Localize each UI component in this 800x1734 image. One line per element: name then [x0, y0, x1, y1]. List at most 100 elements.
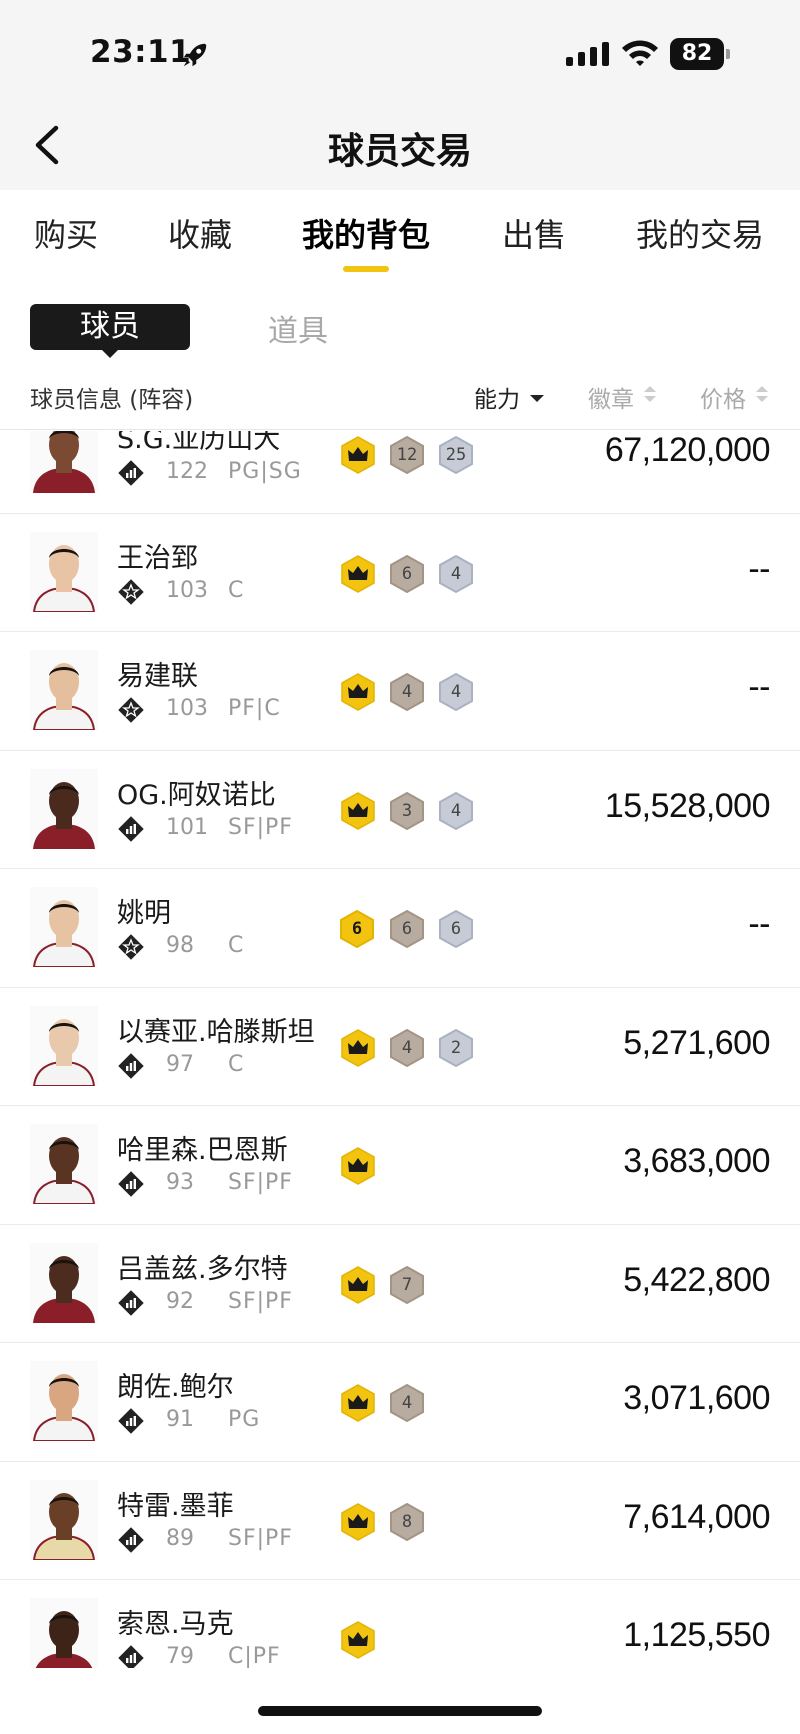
- player-avatar: [30, 1598, 98, 1668]
- player-name: S.G.亚历山大: [117, 431, 281, 455]
- player-rating: 103: [166, 577, 208, 603]
- player-name: 索恩.马克: [117, 1609, 234, 1640]
- player-name: 特雷.墨菲: [117, 1490, 234, 1522]
- tab-my-trades[interactable]: 我的交易: [636, 210, 764, 256]
- player-rating: 91: [166, 1407, 194, 1432]
- card-icon: [118, 1526, 144, 1553]
- segment-players[interactable]: 球员: [30, 304, 190, 350]
- crown-badge-icon: [341, 1502, 375, 1541]
- wifi-icon: [622, 40, 658, 66]
- bronze-badge: 8: [388, 1502, 426, 1542]
- segment-items[interactable]: 道具: [268, 306, 328, 350]
- player-row[interactable]: 朗佐.鲍尔 91 PG 4 3,071,600: [0, 1343, 800, 1462]
- player-rating: 101: [166, 814, 208, 840]
- crown-badge-icon: [341, 554, 375, 593]
- status-bar: 23:11 82: [0, 0, 800, 100]
- sort-by-badge[interactable]: 徽章: [588, 380, 634, 414]
- player-row[interactable]: 特雷.墨菲 89 SF|PF 8 7,614,000: [0, 1462, 800, 1580]
- player-position: C: [228, 933, 245, 958]
- player-rating: 122: [166, 459, 208, 484]
- silver-badge: 4: [437, 672, 475, 712]
- player-name: OG.阿奴诺比: [117, 779, 276, 811]
- battery-cap: [726, 49, 730, 59]
- player-position: PF|C: [228, 696, 281, 721]
- player-avatar: [30, 1479, 98, 1560]
- bronze-badge: 6: [388, 909, 426, 949]
- player-rating: 93: [166, 1170, 194, 1195]
- sort-by-ability[interactable]: 能力: [474, 380, 520, 414]
- player-position: SF|PF: [228, 1288, 293, 1314]
- crown-badge-icon: [341, 436, 375, 474]
- silver-badge: 2: [437, 1028, 475, 1068]
- card-icon: [118, 1408, 144, 1434]
- player-rating: 97: [166, 1051, 194, 1077]
- page-title: 球员交易: [327, 131, 472, 172]
- crown-badge-icon: [341, 1028, 375, 1067]
- player-position: PG: [228, 1407, 261, 1432]
- player-position: PG|SG: [228, 459, 302, 484]
- player-row[interactable]: 姚明 98 C 6 6 6 --: [0, 869, 800, 988]
- player-row[interactable]: 索恩.马克 79 C|PF 1,125,550: [0, 1580, 800, 1668]
- player-row[interactable]: 以赛亚.哈滕斯坦 97 C 4 2 5,271,600: [0, 988, 800, 1106]
- player-name: 以赛亚.哈滕斯坦: [117, 1016, 315, 1048]
- gold-badge: 6: [338, 909, 376, 949]
- player-name: 吕盖兹.多尔特: [117, 1253, 288, 1285]
- cellular-signal-icon: [566, 42, 609, 66]
- tab-buy[interactable]: 购买: [34, 210, 98, 256]
- rocket-icon: [183, 43, 207, 67]
- player-price: 3,683,000: [623, 1142, 770, 1180]
- player-row[interactable]: 易建联 103 PF|C 4 4 --: [0, 632, 800, 751]
- player-name: 姚明: [117, 898, 171, 929]
- player-avatar: [30, 650, 98, 730]
- player-price: 3,071,600: [623, 1379, 770, 1417]
- bronze-badge: 4: [388, 1028, 426, 1068]
- player-row[interactable]: 哈里森.巴恩斯 93 SF|PF 3,683,000: [0, 1106, 800, 1225]
- sort-toggle-icon: [756, 386, 768, 404]
- player-name: 易建联: [117, 661, 198, 692]
- tab-favorites[interactable]: 收藏: [168, 210, 232, 256]
- player-rating: 89: [166, 1525, 194, 1551]
- player-row[interactable]: 王治郅 103 C 6 4 --: [0, 514, 800, 632]
- player-rating: 98: [166, 933, 194, 958]
- card-icon: [118, 815, 144, 842]
- player-price: 5,422,800: [623, 1260, 770, 1299]
- player-avatar: [30, 768, 98, 849]
- bronze-badge: 7: [388, 1265, 426, 1305]
- battery-indicator: 82: [670, 38, 730, 70]
- active-tab-indicator: [343, 266, 389, 272]
- crown-badge-icon: [341, 1265, 375, 1304]
- player-avatar: [30, 431, 98, 493]
- player-position: C|PF: [228, 1644, 281, 1668]
- player-avatar: [30, 531, 98, 612]
- segment-pointer: [101, 349, 119, 358]
- top-area: 23:11 82 球员交易: [0, 0, 800, 190]
- sort-desc-icon: [530, 395, 544, 402]
- bronze-badge: 4: [388, 1383, 426, 1423]
- star-card-icon: [118, 697, 144, 723]
- player-price: 15,528,000: [604, 786, 771, 825]
- silver-badge: 4: [437, 554, 475, 594]
- player-name: 王治郅: [117, 542, 198, 574]
- tab-sell[interactable]: 出售: [502, 210, 566, 256]
- card-icon: [118, 1289, 144, 1316]
- player-row[interactable]: 吕盖兹.多尔特 92 SF|PF 7 5,422,800: [0, 1225, 800, 1343]
- player-price: 5,271,600: [623, 1023, 770, 1062]
- player-name: 哈里森.巴恩斯: [117, 1135, 288, 1166]
- sort-toggle-icon: [644, 386, 656, 404]
- player-list: S.G.亚历山大 122 PG|SG 12 25 67,120,000 王治郅 103 C 6 4-…: [0, 431, 800, 1668]
- crown-badge-icon: [341, 1384, 375, 1422]
- crown-badge-icon: [341, 1147, 375, 1185]
- player-avatar: [30, 1242, 98, 1323]
- home-indicator: [258, 1706, 542, 1716]
- player-row[interactable]: OG.阿奴诺比 101 SF|PF 3 4 15,528,000: [0, 751, 800, 869]
- tab-my-backpack[interactable]: 我的背包: [302, 210, 430, 256]
- player-row[interactable]: S.G.亚历山大 122 PG|SG 12 25 67,120,000: [0, 431, 800, 514]
- player-position: SF|PF: [228, 814, 293, 840]
- player-avatar: [30, 887, 98, 967]
- battery-level: 82: [670, 38, 724, 70]
- bronze-badge: 4: [388, 672, 426, 712]
- bronze-badge: 3: [388, 791, 426, 831]
- player-rating: 103: [166, 696, 208, 721]
- crown-badge-icon: [341, 673, 375, 711]
- sort-by-price[interactable]: 价格: [700, 380, 746, 414]
